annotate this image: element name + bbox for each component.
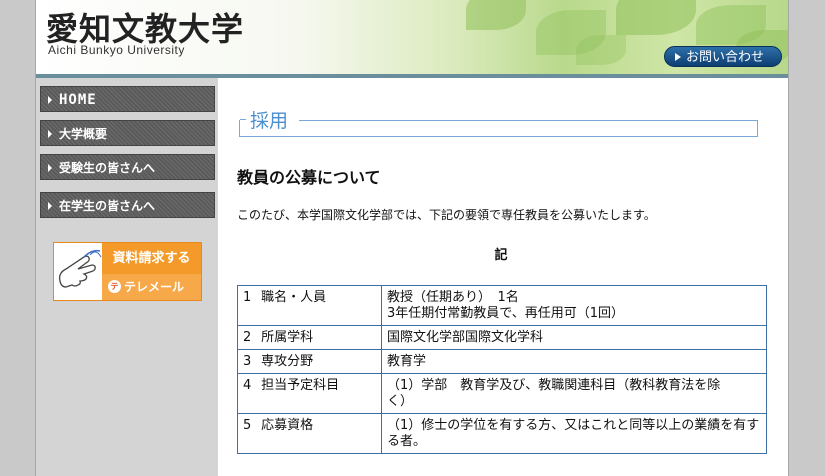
logo-english: Aichi Bunkyo University — [48, 43, 185, 57]
row-value: 教授（任期あり） 1名 3年任期付常勤教員で、再任用可（1回） — [381, 285, 767, 326]
telemail-icon: テ — [108, 280, 121, 293]
sidebar-item-label: 大学概要 — [59, 127, 108, 141]
sidebar-item-about[interactable]: 大学概要 — [40, 120, 215, 146]
table-row: 2 所属学科 国際文化学部国際文化学科 — [237, 325, 767, 350]
document-request-banner[interactable]: 資料請求する テ テレメール — [53, 242, 202, 301]
triangle-right-icon — [48, 164, 52, 172]
row-label: 3 専攻分野 — [237, 349, 382, 374]
sidebar-item-label: 在学生の皆さんへ — [59, 199, 156, 213]
intro-text: このたび、本学国際文化学部では、下記の要領で専任教員を公募いたします。 — [237, 208, 656, 222]
triangle-right-icon — [48, 202, 52, 210]
sidebar-item-students[interactable]: 在学生の皆さんへ — [40, 192, 215, 218]
row-value: 教育学 — [381, 349, 767, 374]
banner-telemail-label: テレメール — [124, 280, 185, 294]
page-heading: 教員の公募について — [237, 168, 381, 187]
ki-marker: 記 — [494, 248, 508, 263]
row-label: 2 所属学科 — [237, 325, 382, 350]
sidebar-item-label: 受験生の皆さんへ — [59, 161, 156, 175]
contact-button-label: お問い合わせ — [686, 50, 765, 65]
row-value: （1）学部 教育学及び、教職関連科目（教科教育法を除 く） — [381, 373, 767, 414]
table-row: 1 職名・人員 教授（任期あり） 1名 3年任期付常勤教員で、再任用可（1回） — [237, 285, 767, 326]
pointing-hand-icon — [54, 243, 102, 300]
sidebar-item-home[interactable]: HOME — [40, 86, 215, 112]
sidebar-item-applicants[interactable]: 受験生の皆さんへ — [40, 154, 215, 180]
requirements-table: 1 職名・人員 教授（任期あり） 1名 3年任期付常勤教員で、再任用可（1回） 2… — [237, 285, 767, 454]
row-value: 国際文化学部国際文化学科 — [381, 325, 767, 350]
page-frame: 愛知文教大学 Aichi Bunkyo University お問い合わせ HO… — [35, 0, 789, 476]
triangle-right-icon — [48, 130, 52, 138]
banner-request-label: 資料請求する — [102, 243, 201, 274]
row-label: 4 担当予定科目 — [237, 373, 382, 414]
table-row: 3 専攻分野 教育学 — [237, 349, 767, 374]
triangle-right-icon — [48, 96, 52, 104]
row-label: 5 応募資格 — [237, 413, 382, 454]
banner-telemail: テ テレメール — [102, 274, 201, 300]
section-title: 採用 — [239, 106, 758, 138]
row-value: （1）修士の学位を有する方、又はこれと同等以上の業績を有す る者。 — [381, 413, 767, 454]
section-title-text: 採用 — [248, 106, 291, 133]
contact-button[interactable]: お問い合わせ — [664, 46, 782, 67]
site-header: 愛知文教大学 Aichi Bunkyo University お問い合わせ — [36, 0, 788, 78]
arrow-right-icon — [675, 53, 681, 61]
main-content: 採用 教員の公募について このたび、本学国際文化学部では、下記の要領で専任教員を… — [236, 78, 776, 476]
table-row: 4 担当予定科目 （1）学部 教育学及び、教職関連科目（教科教育法を除 く） — [237, 373, 767, 414]
row-label: 1 職名・人員 — [237, 285, 382, 326]
sidebar: HOME 大学概要 受験生の皆さんへ 在学生の皆さんへ 資料請求する テ テレメ… — [36, 78, 218, 476]
sidebar-item-label: HOME — [59, 92, 97, 108]
table-row: 5 応募資格 （1）修士の学位を有する方、又はこれと同等以上の業績を有す る者。 — [237, 413, 767, 454]
